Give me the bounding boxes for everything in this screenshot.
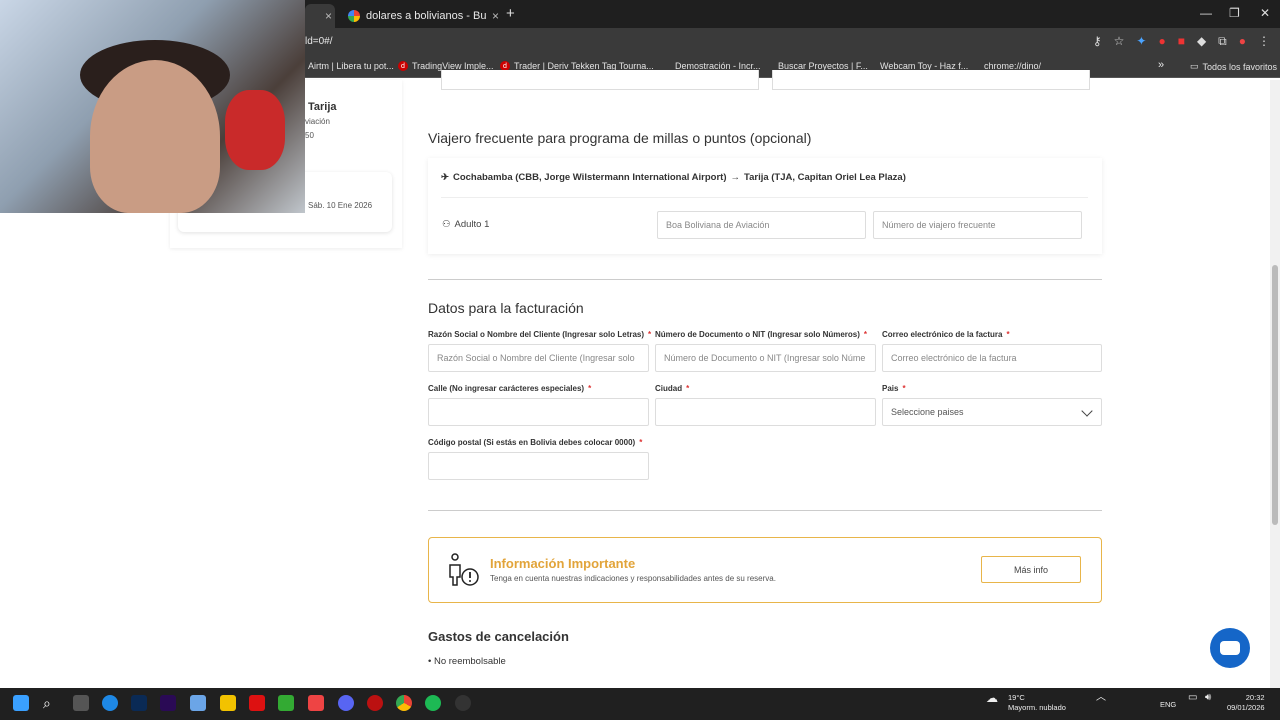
puzzle-icon[interactable]: ⧉ xyxy=(1218,34,1227,49)
frequent-flyer-number-input[interactable]: Número de viajero frecuente xyxy=(873,211,1082,239)
country-select[interactable]: Seleccione paises xyxy=(882,398,1102,426)
webcam-overlay xyxy=(0,0,305,213)
street-label: Calle (No ingresar carácteres especiales… xyxy=(428,384,592,393)
frequent-flyer-title: Viajero frecuente para programa de milla… xyxy=(428,130,812,146)
tab-active[interactable]: × xyxy=(305,4,335,28)
email-label: Correo electrónico de la factura * xyxy=(882,330,1010,339)
route-origin: Cochabamba (CBB, Jorge Wilstermann Inter… xyxy=(452,172,727,183)
name-input[interactable]: Razón Social o Nombre del Cliente (Ingre… xyxy=(428,344,649,372)
city-input[interactable] xyxy=(655,398,876,426)
language-indicator[interactable]: ENG xyxy=(1160,700,1176,710)
tab-close-icon[interactable]: × xyxy=(492,9,499,23)
zip-input[interactable] xyxy=(428,452,649,480)
key-icon[interactable]: ⚷ xyxy=(1093,34,1102,49)
bookmarks-more-icon[interactable]: » xyxy=(1158,59,1164,71)
document-label: Número de Documento o NIT (Ingresar solo… xyxy=(655,330,868,339)
brave-icon[interactable] xyxy=(308,695,324,711)
summary-airline: viación xyxy=(305,117,330,126)
tray-up-icon[interactable]: ︿ xyxy=(1096,693,1106,703)
steam-icon[interactable] xyxy=(455,695,471,711)
store-icon[interactable] xyxy=(190,695,206,711)
summary-date: Sáb. 10 Ene 2026 xyxy=(308,201,373,210)
premiere-icon[interactable] xyxy=(160,695,176,711)
bookmark-item[interactable]: Airtm | Libera tu pot... xyxy=(308,61,394,71)
minimize-icon[interactable]: — xyxy=(1200,6,1212,20)
network-icon[interactable]: ▭ xyxy=(1188,693,1197,703)
extension-icon[interactable]: ◆ xyxy=(1197,34,1206,49)
maximize-icon[interactable]: ❐ xyxy=(1229,6,1240,20)
url-field[interactable]: ld=0#/ xyxy=(305,36,333,47)
edge-icon[interactable] xyxy=(102,695,118,711)
summary-price: 50 xyxy=(305,131,314,140)
tab-close-icon[interactable]: × xyxy=(325,9,332,23)
email-input[interactable]: Correo electrónico de la factura xyxy=(882,344,1102,372)
weather-icon: ☁ xyxy=(986,691,998,705)
chevron-down-icon xyxy=(1081,405,1093,417)
previous-input[interactable] xyxy=(772,70,1090,90)
volume-icon[interactable]: 🔊︎ xyxy=(1205,693,1211,703)
extension-icon[interactable]: ■ xyxy=(1178,34,1185,49)
close-window-icon[interactable]: ✕ xyxy=(1260,6,1270,20)
avatar[interactable]: ● xyxy=(1239,34,1246,49)
folder-icon[interactable] xyxy=(220,695,236,711)
route-destination: Tarija (TJA, Capitan Oriel Lea Plaza) xyxy=(743,172,906,183)
chrome-icon[interactable] xyxy=(396,695,412,711)
minecraft-icon[interactable] xyxy=(278,695,294,711)
more-info-button[interactable]: Más info xyxy=(981,556,1081,583)
extension-icon[interactable]: ✦ xyxy=(1136,34,1146,49)
google-icon xyxy=(348,10,360,22)
billing-title: Datos para la facturación xyxy=(428,300,584,316)
all-bookmarks-folder[interactable]: ▭ Todos los favoritos xyxy=(1190,61,1277,72)
windows-start-icon[interactable] xyxy=(13,695,29,711)
airline-field[interactable]: Boa Boliviana de Aviación xyxy=(657,211,866,239)
webcam-person-face xyxy=(90,60,220,213)
folder-icon: ▭ xyxy=(1190,61,1199,71)
taskview-icon[interactable] xyxy=(73,695,89,711)
cancellation-title: Gastos de cancelación xyxy=(428,629,569,644)
divider xyxy=(428,279,1102,280)
divider xyxy=(441,197,1088,198)
street-input[interactable] xyxy=(428,398,649,426)
opera-icon[interactable] xyxy=(367,695,383,711)
important-info-title: Información Importante xyxy=(490,556,636,571)
tab-search[interactable]: dolares a bolivianos - Buscar co × xyxy=(340,4,500,28)
deriv-icon[interactable] xyxy=(249,695,265,711)
new-tab-button[interactable]: + xyxy=(506,5,515,22)
user-icon: ⚇ xyxy=(442,219,451,230)
tab-title: dolares a bolivianos - Buscar co xyxy=(366,10,486,22)
traveler-alert-icon xyxy=(449,553,479,586)
previous-input[interactable] xyxy=(441,70,759,90)
scrollbar-thumb[interactable] xyxy=(1272,265,1278,525)
extension-icon[interactable]: ● xyxy=(1158,34,1165,49)
document-input[interactable]: Número de Documento o NIT (Ingresar solo… xyxy=(655,344,876,372)
weather-text[interactable]: 19°C Mayorm. nublado xyxy=(1008,693,1066,713)
divider xyxy=(428,510,1102,511)
discord-icon[interactable] xyxy=(338,695,354,711)
country-label: Pais * xyxy=(882,384,906,393)
arrow-right-icon: → xyxy=(730,172,740,183)
plane-icon: ✈ xyxy=(441,172,449,183)
spotify-icon[interactable] xyxy=(425,695,441,711)
search-icon[interactable]: ⌕ xyxy=(43,695,59,711)
toolbar-icons: ⚷ ☆ ✦ ● ■ ◆ ⧉ ● ⋮ xyxy=(1093,34,1270,49)
passenger-label: ⚇ Adulto 1 xyxy=(442,219,490,230)
summary-destination: Tarija xyxy=(308,101,337,113)
menu-icon[interactable]: ⋮ xyxy=(1258,34,1270,49)
cancellation-item: • No reembolsable xyxy=(428,656,506,667)
chat-icon xyxy=(1220,641,1240,655)
city-label: Ciudad * xyxy=(655,384,690,393)
scrollbar[interactable] xyxy=(1270,80,1280,688)
bookmark-star-icon[interactable]: ☆ xyxy=(1114,34,1125,49)
photoshop-icon[interactable] xyxy=(131,695,147,711)
zip-label: Código postal (Si estás en Bolivia debes… xyxy=(428,438,643,447)
route-line: ✈ Cochabamba (CBB, Jorge Wilstermann Int… xyxy=(441,172,906,183)
name-label: Razón Social o Nombre del Cliente (Ingre… xyxy=(428,330,652,339)
important-info-text: Tenga en cuenta nuestras indicaciones y … xyxy=(490,574,776,583)
webcam-plush-toy xyxy=(225,90,285,170)
chat-button[interactable] xyxy=(1210,628,1250,668)
clock[interactable]: 20:32 09/01/2026 xyxy=(1227,693,1265,713)
